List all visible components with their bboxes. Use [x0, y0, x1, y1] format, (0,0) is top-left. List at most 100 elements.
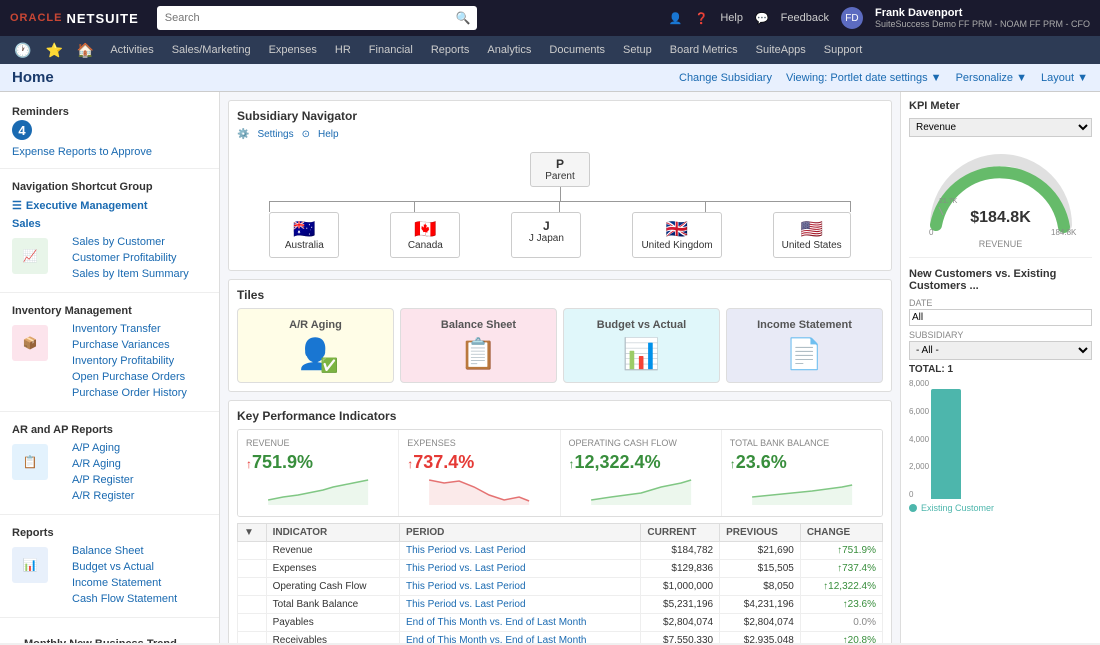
ar-ap-row: 📋 A/P Aging A/R Aging A/P Register A/R R… — [0, 438, 219, 506]
period-link[interactable]: This Period vs. Last Period — [406, 563, 526, 574]
settings-link[interactable]: Settings — [257, 129, 293, 140]
subsidiary-select[interactable]: - All - — [909, 341, 1092, 360]
menu-activities[interactable]: Activities — [102, 44, 161, 56]
period-link[interactable]: End of This Month vs. End of Last Month — [406, 617, 586, 628]
logo: ORACLE NETSUITE — [10, 11, 139, 26]
budget-vs-actual[interactable]: Budget vs Actual — [60, 559, 189, 575]
change-subsidiary-link[interactable]: Change Subsidiary — [679, 72, 772, 84]
svg-text:0: 0 — [929, 228, 934, 235]
inventory-profitability[interactable]: Inventory Profitability — [60, 353, 199, 369]
td-period: This Period vs. Last Period — [400, 560, 641, 578]
home-icon[interactable]: 🏠 — [71, 42, 100, 59]
period-link[interactable]: This Period vs. Last Period — [406, 545, 526, 556]
exec-mgmt-label[interactable]: ☰ Executive Management — [0, 195, 219, 216]
customer-profitability[interactable]: Customer Profitability — [60, 250, 201, 266]
org-parent-node[interactable]: P Parent — [530, 152, 590, 187]
japan-initial: J — [543, 219, 550, 233]
org-australia[interactable]: 🇦🇺 Australia — [269, 212, 339, 258]
uk-label: United Kingdom — [641, 240, 712, 251]
user-subtitle: SuiteSuccess Demo FF PRM - NOAM FF PRM -… — [875, 19, 1090, 29]
inventory-links: Inventory Transfer Purchase Variances In… — [60, 321, 199, 401]
kpi-meter-select[interactable]: Revenue — [909, 118, 1092, 137]
inventory-transfer[interactable]: Inventory Transfer — [60, 321, 199, 337]
ar-register[interactable]: A/R Register — [60, 488, 146, 504]
top-bar: ORACLE NETSUITE 🔍 👤 ❓ Help 💬 Feedback FD… — [0, 0, 1100, 36]
inventory-section: Inventory Management 📦 Inventory Transfe… — [0, 299, 219, 403]
kpi-cash-flow: OPERATING CASH FLOW ↑12,322.4% — [561, 430, 722, 516]
income-statement[interactable]: Income Statement — [60, 575, 189, 591]
menu-setup[interactable]: Setup — [615, 44, 660, 56]
tile-budget-actual[interactable]: Budget vs Actual 📊 — [563, 308, 720, 383]
org-children: 🇦🇺 Australia 🇨🇦 Canada J J Japan 🇬🇧 Unit… — [269, 212, 850, 258]
menu-hr[interactable]: HR — [327, 44, 359, 56]
reports-links: Balance Sheet Budget vs Actual Income St… — [60, 543, 189, 607]
ar-aging[interactable]: A/R Aging — [60, 456, 146, 472]
y-0: 0 — [909, 490, 929, 499]
recent-icon[interactable]: 🕐 — [8, 42, 37, 59]
period-link[interactable]: This Period vs. Last Period — [406, 581, 526, 592]
tiles-portlet: Tiles A/R Aging 👤✅ Balance Sheet 📋 Budge… — [228, 279, 892, 392]
td-previous: $15,505 — [720, 560, 801, 578]
drop-5 — [850, 202, 851, 212]
org-uk[interactable]: 🇬🇧 United Kingdom — [632, 212, 721, 258]
kpi-table: ▼ INDICATOR PERIOD CURRENT PREVIOUS CHAN… — [237, 523, 883, 643]
menu-documents[interactable]: Documents — [541, 44, 613, 56]
favorites-icon[interactable]: ⭐ — [39, 42, 68, 59]
search-bar[interactable]: 🔍 — [157, 6, 477, 30]
total-row: TOTAL: 1 — [909, 364, 1092, 375]
td-indicator: Payables — [266, 614, 399, 632]
layout-link[interactable]: Layout ▼ — [1041, 72, 1088, 84]
menu-sales-marketing[interactable]: Sales/Marketing — [164, 44, 259, 56]
td-expand — [238, 614, 267, 632]
date-input[interactable] — [909, 309, 1092, 326]
inventory-row: 📦 Inventory Transfer Purchase Variances … — [0, 319, 219, 403]
kpi-cashflow-value: ↑12,322.4% — [569, 452, 713, 473]
sales-label[interactable]: Sales — [0, 216, 219, 232]
monthly-section: Monthly New Business Trend Monthly 🔲 🔲 📊… — [0, 624, 219, 643]
tile-balance-sheet[interactable]: Balance Sheet 📋 — [400, 308, 557, 383]
org-us[interactable]: 🇺🇸 United States — [773, 212, 851, 258]
reports-icon: 📊 — [12, 547, 48, 583]
reports-section: Reports 📊 Balance Sheet Budget vs Actual… — [0, 521, 219, 609]
sales-by-customer[interactable]: Sales by Customer — [60, 234, 201, 250]
cashflow-sparkline — [569, 475, 713, 505]
table-row: Expenses This Period vs. Last Period $12… — [238, 560, 883, 578]
menu-support[interactable]: Support — [816, 44, 871, 56]
inventory-icon: 📦 — [12, 325, 48, 361]
menu-icon: ☰ — [12, 199, 22, 212]
org-canada[interactable]: 🇨🇦 Canada — [390, 212, 460, 258]
th-change: CHANGE — [800, 524, 882, 542]
tiles-grid: A/R Aging 👤✅ Balance Sheet 📋 Budget vs A… — [237, 308, 883, 383]
kpi-bank-balance: TOTAL BANK BALANCE ↑23.6% — [722, 430, 882, 516]
help-link[interactable]: Help — [318, 129, 339, 140]
menu-financial[interactable]: Financial — [361, 44, 421, 56]
menu-expenses[interactable]: Expenses — [261, 44, 325, 56]
balance-sheet[interactable]: Balance Sheet — [60, 543, 189, 559]
tile-income-statement[interactable]: Income Statement 📄 — [726, 308, 883, 383]
expenses-arrow: ↑ — [407, 457, 413, 471]
purchase-order-history[interactable]: Purchase Order History — [60, 385, 199, 401]
open-purchase-orders[interactable]: Open Purchase Orders — [60, 369, 199, 385]
personalize-link[interactable]: Personalize ▼ — [956, 72, 1027, 84]
period-link[interactable]: End of This Month vs. End of Last Month — [406, 635, 586, 643]
sales-by-item[interactable]: Sales by Item Summary — [60, 266, 201, 282]
help-label[interactable]: Help — [720, 12, 743, 24]
y-8000: 8,000 — [909, 379, 929, 388]
search-input[interactable] — [157, 6, 477, 30]
viewing-label[interactable]: Viewing: Portlet date settings ▼ — [786, 72, 942, 84]
menu-analytics[interactable]: Analytics — [479, 44, 539, 56]
menu-reports[interactable]: Reports — [423, 44, 478, 56]
ap-register[interactable]: A/P Register — [60, 472, 146, 488]
org-japan[interactable]: J J Japan — [511, 212, 581, 258]
menu-suiteapps[interactable]: SuiteApps — [748, 44, 814, 56]
ap-aging[interactable]: A/P Aging — [60, 440, 146, 456]
feedback-label[interactable]: Feedback — [781, 12, 829, 24]
th-expand: ▼ — [238, 524, 267, 542]
td-current: $129,836 — [641, 560, 720, 578]
purchase-variances[interactable]: Purchase Variances — [60, 337, 199, 353]
cash-flow-statement[interactable]: Cash Flow Statement — [60, 591, 189, 607]
expense-reports-link[interactable]: Expense Reports to Approve — [0, 144, 219, 160]
menu-board-metrics[interactable]: Board Metrics — [662, 44, 746, 56]
tile-ar-aging[interactable]: A/R Aging 👤✅ — [237, 308, 394, 383]
period-link[interactable]: This Period vs. Last Period — [406, 599, 526, 610]
